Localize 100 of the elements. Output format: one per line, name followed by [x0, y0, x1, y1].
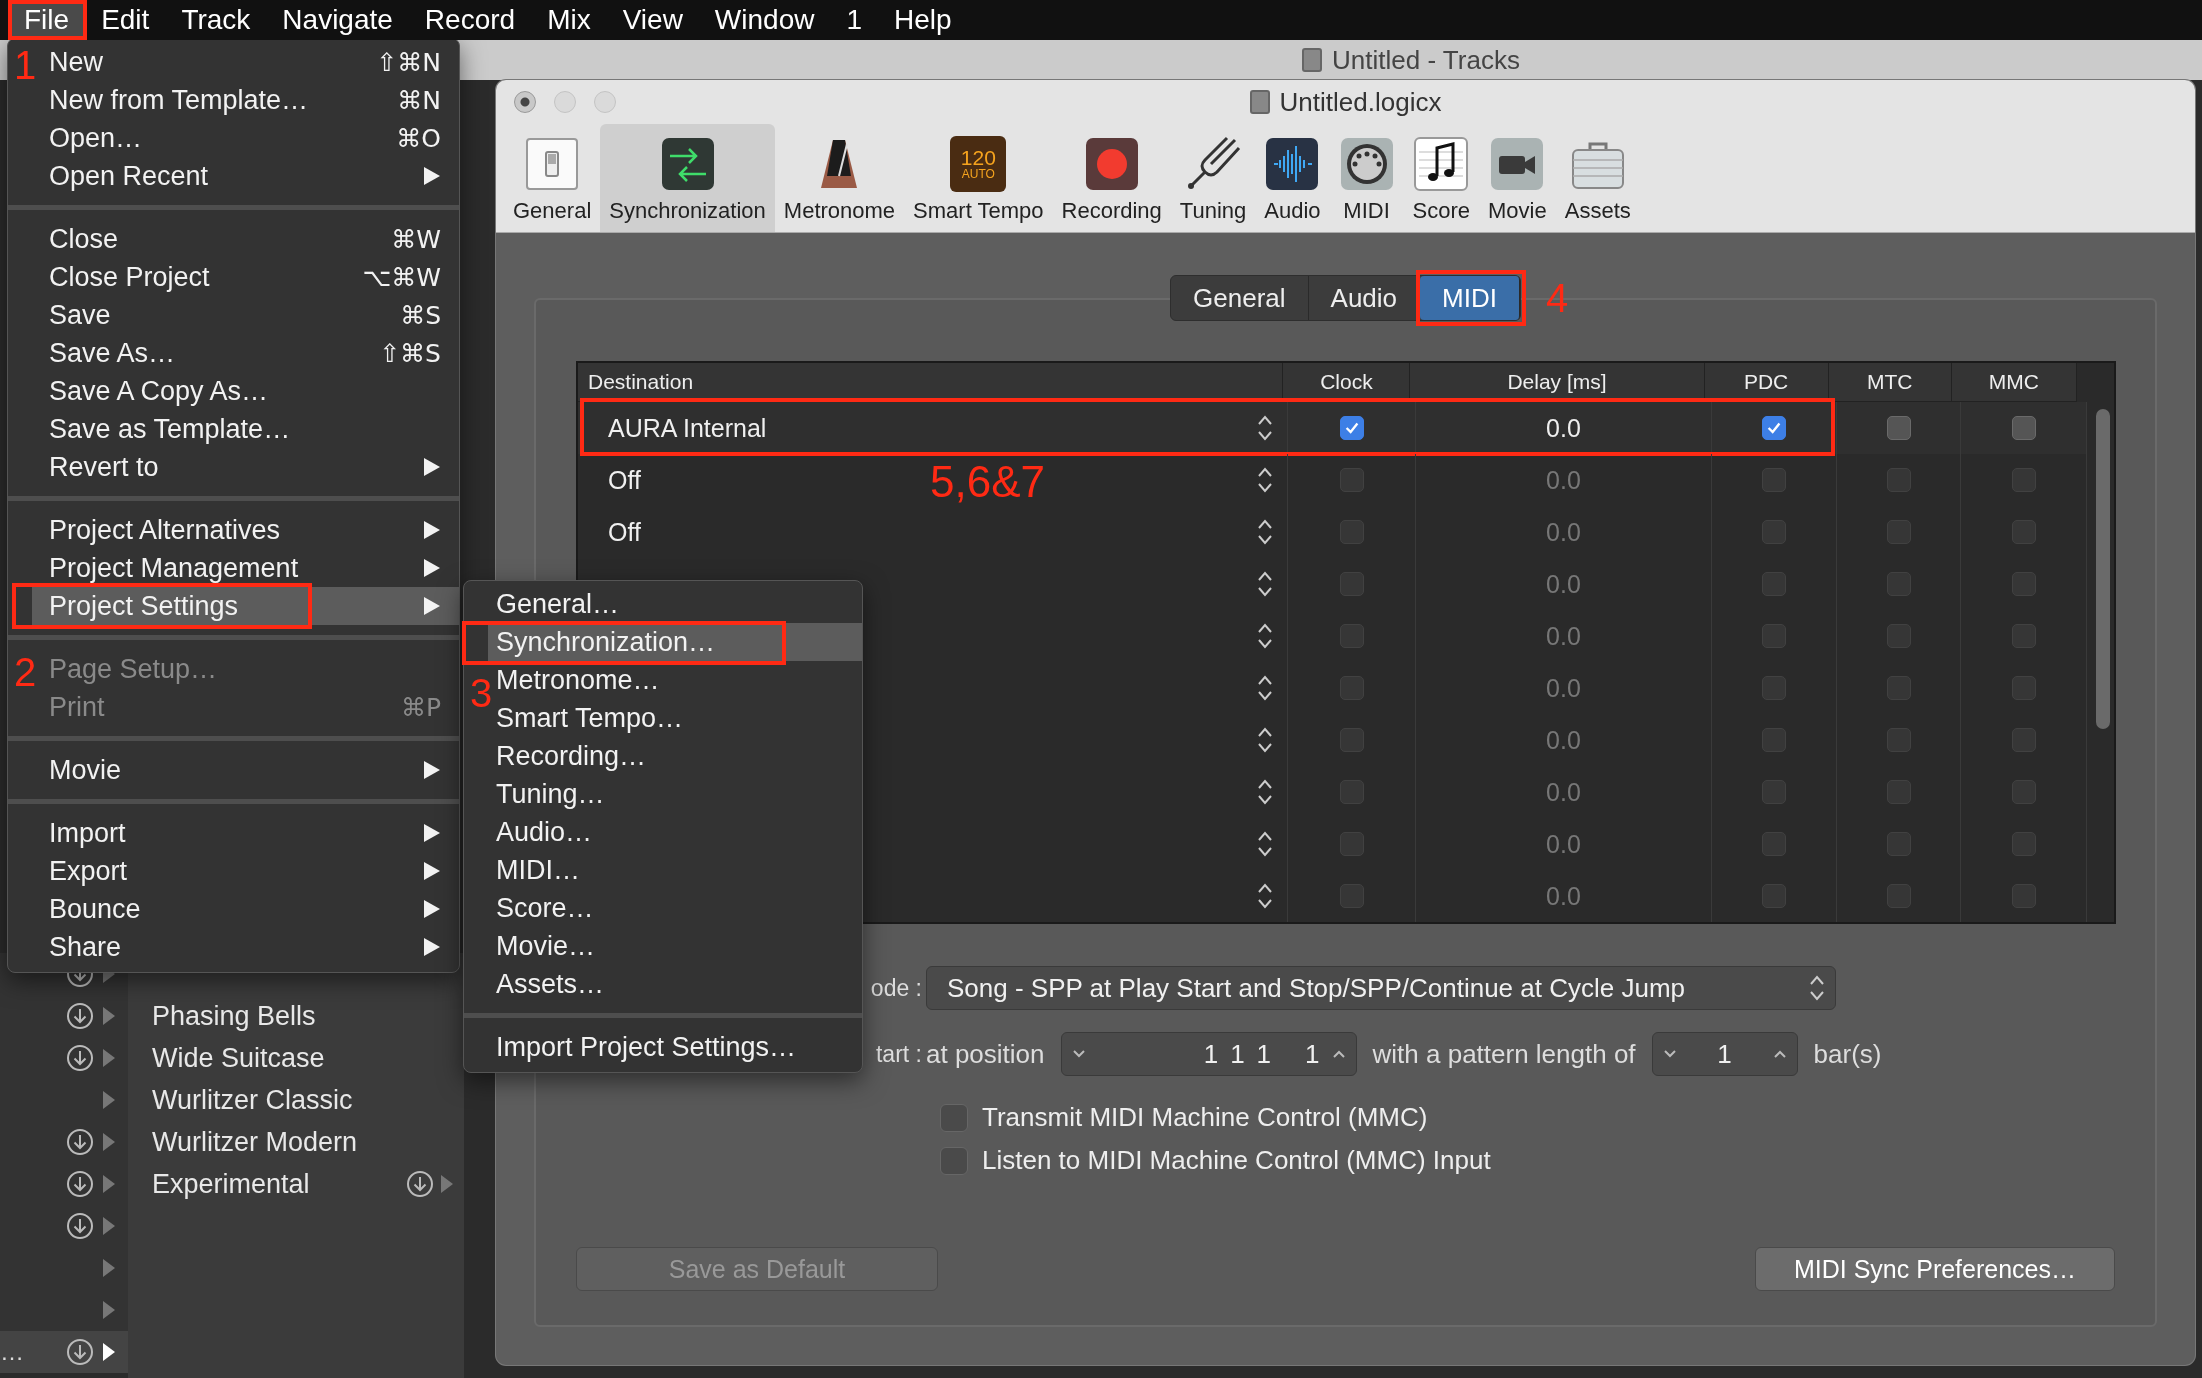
pattern-length-field[interactable]: 1 [1651, 1032, 1798, 1076]
toolbar-tab[interactable]: Score [1403, 124, 1480, 232]
menu-item[interactable]: Assets… [488, 965, 862, 1003]
menu-bar-item[interactable]: Track [165, 0, 267, 40]
download-icon[interactable] [66, 1212, 94, 1240]
menu-item[interactable]: Save as Template… [32, 410, 459, 448]
toolbar-tab[interactable]: Audio [1255, 124, 1330, 232]
stepper-icon[interactable] [1257, 622, 1273, 650]
menu-bar-item[interactable]: 1 [830, 0, 879, 40]
menu-item[interactable]: Project Settings [32, 587, 459, 625]
menu-item[interactable]: Bounce [32, 890, 459, 928]
menu-item[interactable]: Close ⌘W [32, 220, 459, 258]
checkbox[interactable] [1339, 416, 1364, 440]
field-value: 1 [1305, 1038, 1320, 1070]
menu-item[interactable]: Audio… [488, 813, 862, 851]
stepper-icon[interactable] [1257, 466, 1273, 494]
library-item[interactable]: Wurlitzer Classic [152, 1084, 454, 1116]
stepper-icon[interactable] [1809, 974, 1825, 1002]
menu-item[interactable]: Open Recent [32, 157, 459, 195]
menu-item[interactable]: Tuning… [488, 775, 862, 813]
download-icon[interactable] [406, 1170, 434, 1198]
library-item[interactable]: Phasing Bells [152, 1000, 454, 1032]
download-icon[interactable] [66, 1002, 94, 1030]
menu-bar-item[interactable]: Mix [531, 0, 607, 40]
download-icon[interactable] [66, 1338, 94, 1366]
toolbar-tab[interactable]: Recording [1052, 124, 1171, 232]
menu-item[interactable]: Recording… [488, 737, 862, 775]
table-cell: Off [608, 517, 641, 547]
chevron-up-icon[interactable] [1772, 1049, 1787, 1059]
menu-item[interactable]: Project Alternatives [32, 511, 459, 549]
menu-item[interactable]: General… [488, 585, 862, 623]
menu-bar-item[interactable]: Help [878, 0, 968, 40]
menu-item[interactable]: Export [32, 852, 459, 890]
menu-item[interactable]: Revert to [32, 448, 459, 486]
menu-item[interactable]: Share [32, 928, 459, 966]
menu-item[interactable]: Score… [488, 889, 862, 927]
menu-bar-item[interactable]: Window [698, 0, 831, 40]
toolbar-tab[interactable]: Tuning [1170, 124, 1256, 232]
menu-item[interactable]: Close Project ⌥⌘W [32, 258, 459, 296]
chevron-down-icon[interactable] [1071, 1049, 1086, 1059]
toolbar-tab[interactable]: Assets [1555, 124, 1640, 232]
scrollbar[interactable] [2096, 409, 2110, 729]
menu-item[interactable]: Save A Copy As… [32, 372, 459, 410]
stepper-icon[interactable] [1257, 882, 1273, 910]
toolbar-tab[interactable]: 120 AUTO Smart Tempo [904, 124, 1053, 232]
menu-item[interactable]: MIDI… [488, 851, 862, 889]
menu-bar-item[interactable]: Navigate [266, 0, 409, 40]
toolbar-tab[interactable]: Movie [1479, 124, 1556, 232]
column-header: Delay [ms] [1410, 363, 1705, 401]
download-icon[interactable] [66, 1170, 94, 1198]
checkbox[interactable] [1886, 416, 1911, 440]
menu-bar-item[interactable]: Record [408, 0, 532, 40]
column-header: MMC [1951, 363, 2077, 401]
checkbox[interactable] [940, 1146, 968, 1175]
stepper-icon[interactable] [1257, 726, 1273, 754]
checkbox[interactable] [2011, 416, 2036, 440]
toolbar-tab[interactable]: Metronome [774, 124, 905, 232]
position-field[interactable]: 1 1 1 1 [1060, 1032, 1357, 1076]
stepper-icon[interactable] [1257, 674, 1273, 702]
toolbar-tab[interactable]: Synchronization [600, 124, 775, 232]
toolbar-tab[interactable]: General [504, 124, 601, 232]
menu-item[interactable]: Synchronization… [488, 623, 862, 661]
zoom-button[interactable] [594, 91, 616, 113]
column-header: Destination [578, 363, 1284, 401]
menu-item[interactable]: Open… ⌘O [32, 119, 459, 157]
stepper-icon[interactable] [1257, 518, 1273, 546]
stepper-icon[interactable] [1257, 570, 1273, 598]
menu-item[interactable]: Import Project Settings… [488, 1028, 862, 1066]
toolbar-tab[interactable]: MIDI [1329, 124, 1404, 232]
waveform-icon [1264, 136, 1321, 192]
library-item[interactable]: Wurlitzer Modern [152, 1126, 454, 1158]
chevron-up-icon[interactable] [1331, 1049, 1346, 1059]
minimize-button[interactable] [554, 91, 576, 113]
library-item[interactable]: Wide Suitcase [152, 1042, 454, 1074]
menu-bar-item[interactable]: View [606, 0, 699, 40]
unit-label: bar(s) [1813, 1038, 1882, 1070]
menu-bar-item[interactable]: File [8, 0, 86, 40]
tab[interactable]: MIDI [1420, 276, 1520, 320]
close-button[interactable] [514, 91, 536, 113]
library-item[interactable]: Experimental [152, 1168, 406, 1200]
mode-dropdown[interactable]: Song - SPP at Play Start and Stop/SPP/Continue at Cycle Jump [926, 966, 1836, 1010]
preferences-button[interactable]: MIDI Sync Preferences… [1754, 1247, 2115, 1291]
category-row[interactable]: … [0, 1331, 128, 1373]
menu-item[interactable]: Project Management [32, 549, 459, 587]
checkbox[interactable] [940, 1103, 968, 1132]
menu-item[interactable]: Movie… [488, 927, 862, 965]
disclosure-triangle-icon[interactable] [102, 1342, 116, 1362]
menu-item[interactable]: Save As… ⇧⌘S [32, 334, 459, 372]
menu-item[interactable]: Save ⌘S [32, 296, 459, 334]
download-icon[interactable] [66, 1044, 94, 1072]
menu-bar-item[interactable]: Edit [85, 0, 166, 40]
stepper-icon[interactable] [1257, 830, 1273, 858]
stepper-icon[interactable] [1257, 414, 1273, 442]
stepper-icon[interactable] [1257, 778, 1273, 806]
download-icon[interactable] [66, 1128, 94, 1156]
menu-item[interactable]: Import [32, 814, 459, 852]
submenu-arrow-icon [423, 823, 441, 843]
checkbox[interactable] [1762, 416, 1786, 440]
menu-item[interactable]: Movie [32, 751, 459, 789]
chevron-down-icon[interactable] [1662, 1049, 1677, 1059]
